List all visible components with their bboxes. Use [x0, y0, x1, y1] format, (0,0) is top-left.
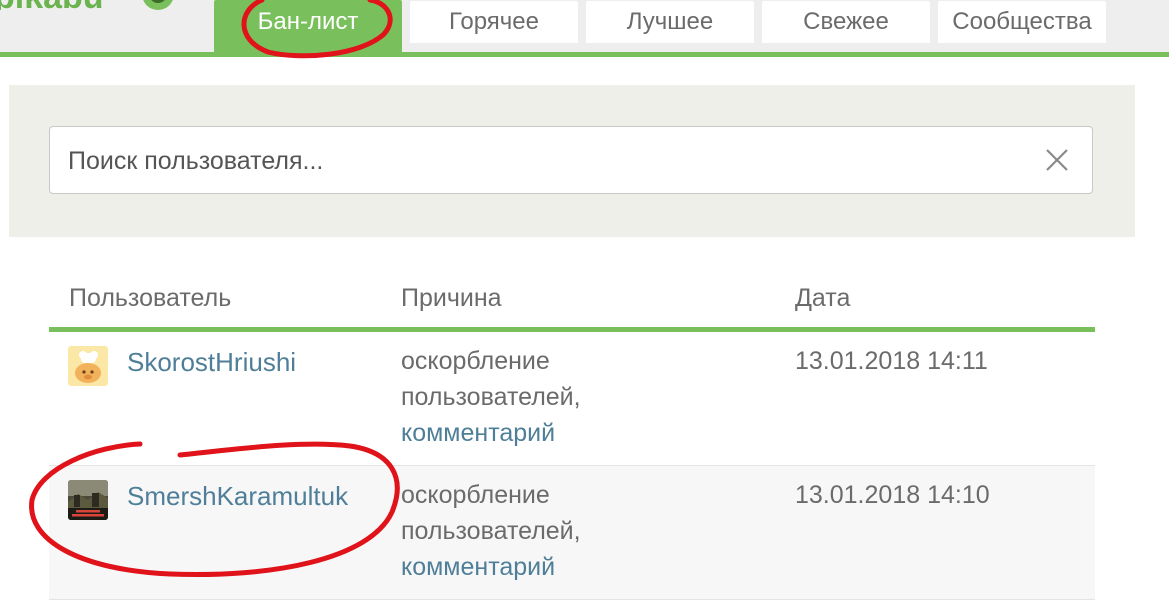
username-link[interactable]: SkorostHriushi: [127, 347, 296, 378]
user-search-input[interactable]: [66, 127, 1030, 195]
ban-reason: оскорбление пользователей, комментарий: [401, 477, 701, 585]
photo-avatar[interactable]: [68, 480, 108, 520]
ban-reason: оскорбление пользователей, комментарий: [401, 343, 701, 451]
reason-text: пользователей,: [401, 383, 581, 411]
tab-ban-list[interactable]: Бан-лист: [214, 0, 402, 52]
cartoon-avatar[interactable]: [68, 346, 108, 386]
column-header-reason: Причина: [401, 284, 502, 312]
column-header-date: Дата: [795, 284, 851, 312]
table-row: SkorostHriushi оскорбление пользователей…: [49, 332, 1095, 466]
tab-hot[interactable]: Горячее: [410, 1, 578, 43]
ban-list-page: pikabu Бан-лист Горячее Лучшее Свежее Со…: [0, 0, 1169, 605]
search-panel: [9, 85, 1135, 237]
svg-text:pikabu: pikabu: [0, 0, 104, 10]
table-row: SmershKaramultuk оскорбление пользовател…: [49, 466, 1095, 600]
tab-fresh[interactable]: Свежее: [762, 1, 930, 43]
search-box: [49, 126, 1093, 195]
tab-communities[interactable]: Сообщества: [938, 1, 1106, 43]
tab-best[interactable]: Лучшее: [586, 1, 754, 43]
column-header-user: Пользователь: [69, 284, 232, 312]
site-logo[interactable]: pikabu: [0, 0, 200, 10]
close-icon[interactable]: [1044, 147, 1070, 173]
comment-link[interactable]: комментарий: [401, 415, 701, 451]
comment-link[interactable]: комментарий: [401, 549, 701, 585]
tabs-underline: [0, 52, 1169, 57]
ban-date: 13.01.2018 14:11: [795, 347, 988, 375]
reason-text: оскорбление: [401, 347, 550, 375]
top-navigation: pikabu Бан-лист Горячее Лучшее Свежее Со…: [0, 0, 1169, 57]
username-link[interactable]: SmershKaramultuk: [127, 481, 348, 512]
reason-text: оскорбление: [401, 481, 550, 509]
ban-date: 13.01.2018 14:10: [795, 481, 990, 509]
reason-text: пользователей,: [401, 517, 581, 545]
